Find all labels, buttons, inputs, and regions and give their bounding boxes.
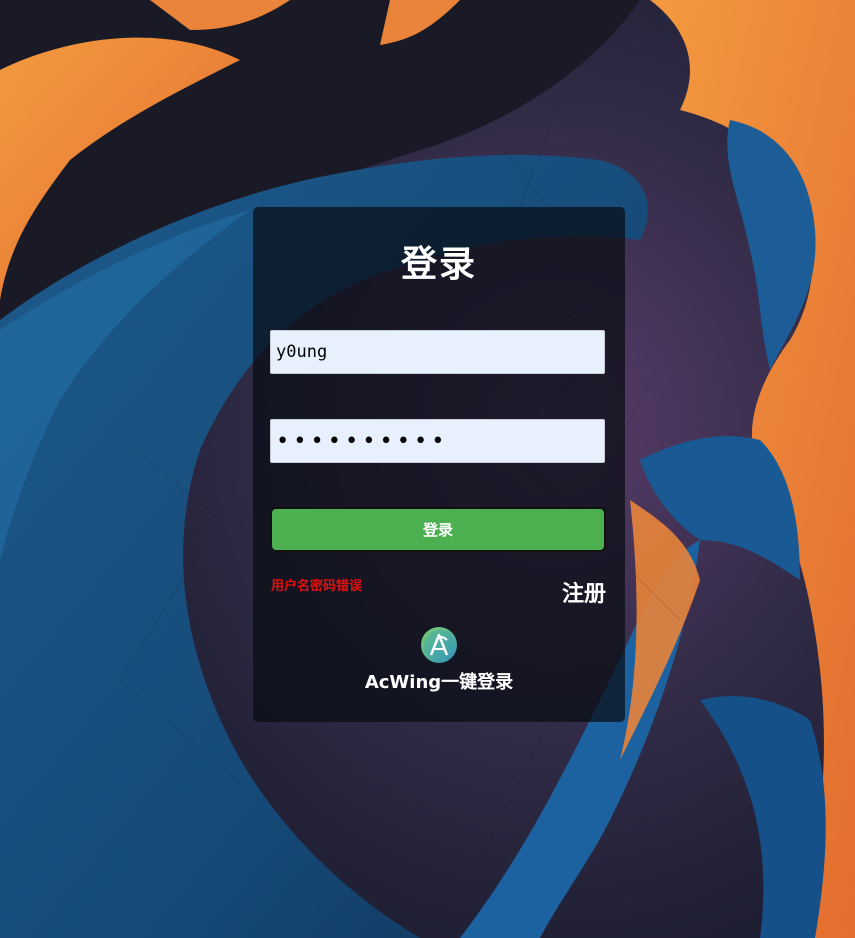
register-link[interactable]: 注册 — [562, 576, 606, 608]
login-title: 登录 — [400, 244, 477, 285]
login-button[interactable]: 登录 — [270, 507, 606, 552]
password-input[interactable] — [270, 419, 605, 463]
acwing-logo-icon[interactable] — [420, 626, 458, 664]
login-card: 登录 登录 用户名密码错误 注册 AcWing一键登录 — [253, 207, 625, 722]
username-input[interactable] — [270, 330, 605, 374]
acwing-login-label: AcWing一键登录 — [364, 672, 514, 693]
acwing-login-button[interactable]: AcWing一键登录 — [253, 626, 625, 694]
error-message: 用户名密码错误 — [271, 579, 363, 594]
